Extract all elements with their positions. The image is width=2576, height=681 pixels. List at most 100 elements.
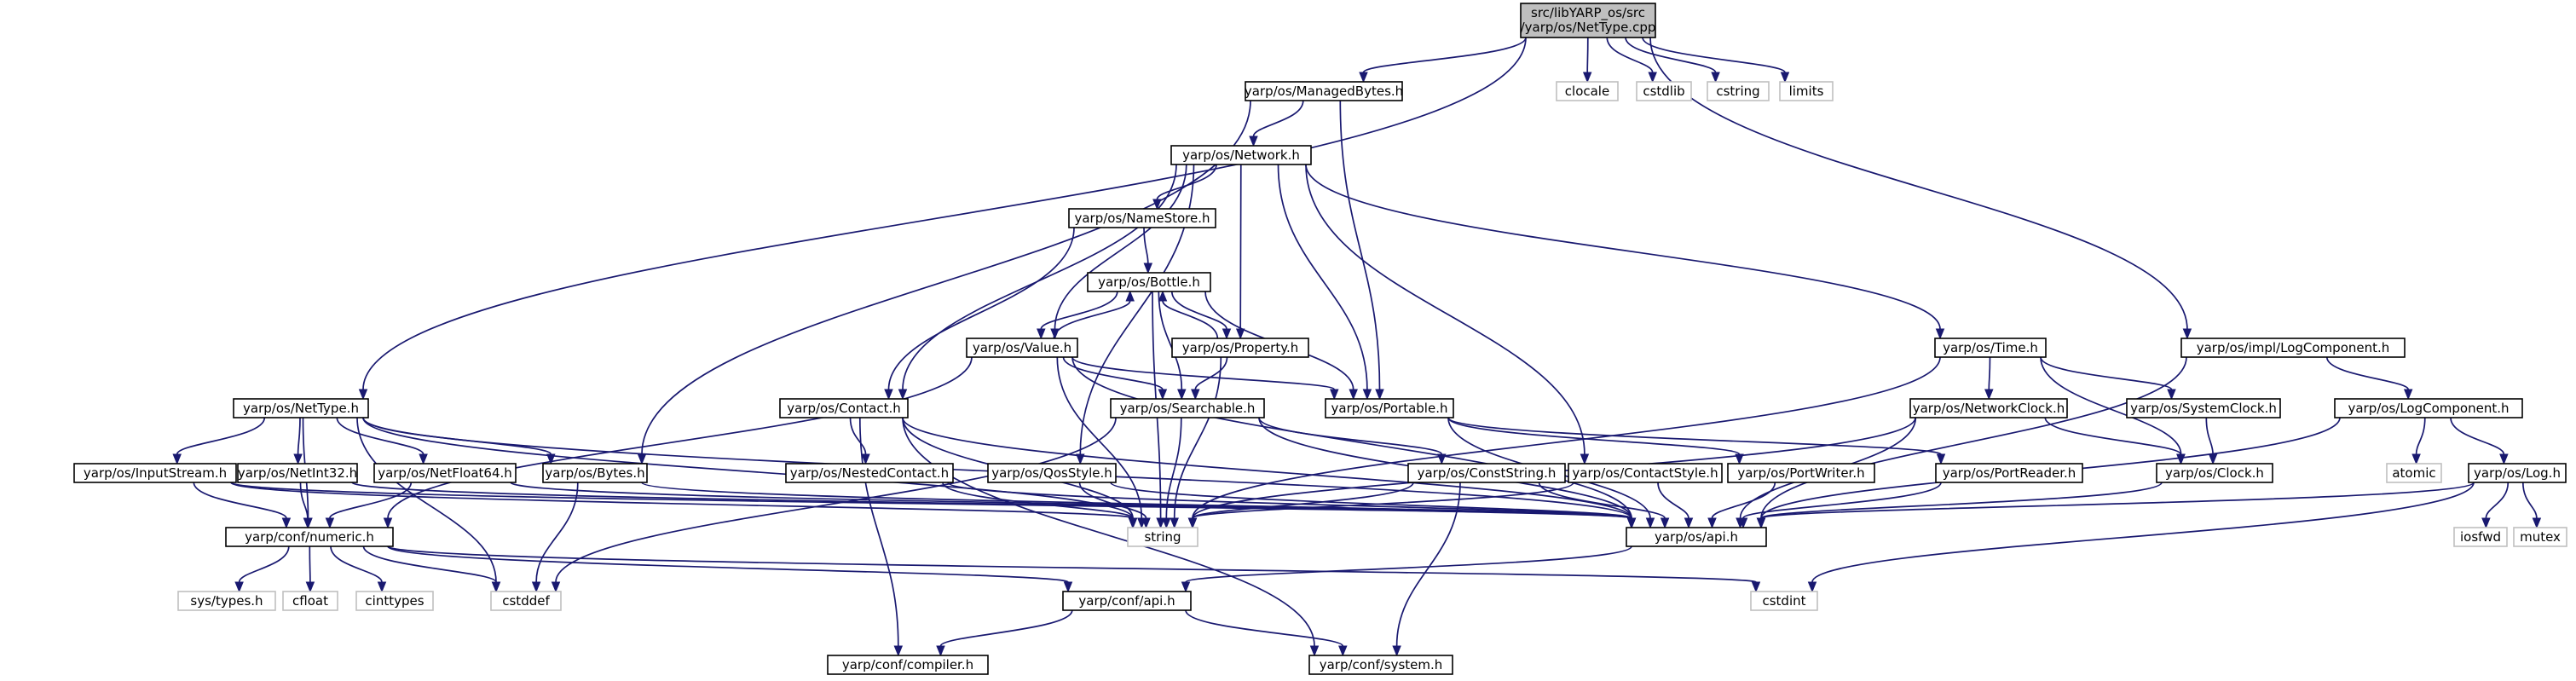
node-label: yarp/os/Bottle.h <box>1098 274 1200 290</box>
edge-line <box>2450 417 2505 455</box>
node-clock[interactable]: yarp/os/Clock.h <box>2156 463 2273 483</box>
node-netfloat64[interactable]: yarp/os/NetFloat64.h <box>373 463 517 483</box>
node-label: yarp/os/Portable.h <box>1331 401 1448 416</box>
edge-arrowhead <box>377 581 387 593</box>
node-namestore[interactable]: yarp/os/NameStore.h <box>1068 208 1216 228</box>
edge-line <box>1162 300 1219 339</box>
node-confapi[interactable]: yarp/conf/api.h <box>1062 591 1192 611</box>
edge-nettype-to-netfloat64 <box>336 417 428 465</box>
node-nestedcontact[interactable]: yarp/os/NestedContact.h <box>785 463 954 483</box>
node-label: yarp/os/Searchable.h <box>1120 401 1256 416</box>
edge-arrowhead <box>1181 581 1191 593</box>
edge-line <box>1625 37 1717 73</box>
node-label: yarp/os/NetworkClock.h <box>1913 401 2065 416</box>
edge-line <box>297 417 301 455</box>
edge-arrowhead <box>2499 453 2509 465</box>
node-portreader[interactable]: yarp/os/PortReader.h <box>1935 463 2083 483</box>
node-searchable[interactable]: yarp/os/Searchable.h <box>1110 398 1265 418</box>
node-contact[interactable]: yarp/os/Contact.h <box>779 398 909 418</box>
node-portwriter[interactable]: yarp/os/PortWriter.h <box>1727 463 1875 483</box>
edge-numeric-to-cinttypes <box>330 545 387 593</box>
edge-arrowhead <box>1392 645 1401 657</box>
node-nettype[interactable]: yarp/os/NetType.h <box>233 398 369 418</box>
edge-arrowhead <box>1170 517 1179 529</box>
edge-line <box>2040 356 2173 390</box>
edge-nettype-to-cstddef <box>356 417 501 593</box>
node-cstddef: cstddef <box>490 591 562 611</box>
edge-line <box>1362 37 1527 73</box>
edge-namestore-to-bottle <box>1143 227 1153 274</box>
node-compiler[interactable]: yarp/conf/compiler.h <box>827 655 989 675</box>
edge-line <box>1054 164 1187 330</box>
node-mutex: mutex <box>2513 527 2567 547</box>
edge-portreader-to-osapi <box>1738 482 1942 529</box>
edge-arrowhead <box>234 581 244 593</box>
edge-arrowhead <box>1349 389 1358 401</box>
edge-arrowhead <box>1984 389 1994 401</box>
node-osapi[interactable]: yarp/os/api.h <box>1626 527 1767 547</box>
node-system[interactable]: yarp/conf/system.h <box>1308 655 1453 675</box>
edge-arrowhead <box>325 517 335 529</box>
edge-arrowhead <box>1648 72 1657 84</box>
node-networkclock[interactable]: yarp/os/NetworkClock.h <box>1909 398 2068 418</box>
edge-line <box>1447 417 1942 455</box>
node-bottle[interactable]: yarp/os/Bottle.h <box>1087 272 1211 292</box>
edge-line <box>176 417 266 455</box>
edge-arrowhead <box>358 389 368 401</box>
node-inputstream[interactable]: yarp/os/InputStream.h <box>73 463 237 483</box>
node-label: yarp/os/PortWriter.h <box>1737 465 1864 481</box>
edge-arrowhead <box>1191 389 1200 401</box>
edge-arrowhead <box>1177 389 1187 401</box>
edge-value-to-bottle <box>1053 290 1135 339</box>
node-qosstyle[interactable]: yarp/os/QosStyle.h <box>987 463 1117 483</box>
edge-line <box>1071 356 1336 390</box>
node-bytes[interactable]: yarp/os/Bytes.h <box>542 463 648 483</box>
node-label: sys/types.h <box>190 593 263 609</box>
node-label: yarp/os/PortReader.h <box>1943 465 2076 481</box>
node-property[interactable]: yarp/os/Property.h <box>1171 338 1309 358</box>
edge-arrowhead <box>2182 328 2192 340</box>
node-logcomponent[interactable]: yarp/os/LogComponent.h <box>2334 398 2523 418</box>
edge-line <box>362 545 497 583</box>
node-limits: limits <box>1779 81 1834 101</box>
edge-line <box>387 356 973 519</box>
node-label: yarp/os/impl/LogComponent.h <box>2197 340 2390 355</box>
edge-arrowhead <box>1756 517 1766 529</box>
node-value[interactable]: yarp/os/Value.h <box>966 338 1078 358</box>
edge-line <box>2325 356 2410 390</box>
node-managedbytes[interactable]: yarp/os/ManagedBytes.h <box>1245 81 1403 101</box>
include-dependency-graph: src/libYARP_os/src/yarp/os/NetType.cppya… <box>73 3 2567 675</box>
node-portable[interactable]: yarp/os/Portable.h <box>1325 398 1454 418</box>
edge-arrowhead <box>884 389 893 401</box>
edge-line <box>1143 227 1149 264</box>
node-label: yarp/os/Clock.h <box>2165 465 2264 481</box>
edge-arrowhead <box>1375 389 1384 401</box>
node-cstdlib: cstdlib <box>1636 81 1692 101</box>
edge-osapi-to-confapi <box>1181 545 1632 593</box>
node-label: cinttypes <box>365 593 424 609</box>
node-contactstyle[interactable]: yarp/os/ContactStyle.h <box>1568 463 1723 483</box>
edge-arrowhead <box>1162 517 1171 529</box>
node-netint32[interactable]: yarp/os/NetInt32.h <box>237 463 358 483</box>
node-conststring[interactable]: yarp/os/ConstString.h <box>1407 463 1566 483</box>
edge-line <box>329 482 413 519</box>
edge-line <box>2485 482 2510 519</box>
node-numeric[interactable]: yarp/conf/numeric.h <box>225 527 394 547</box>
edge-line <box>1185 609 1344 647</box>
edge-time-to-string <box>1187 356 1941 529</box>
node-time[interactable]: yarp/os/Time.h <box>1934 338 2047 358</box>
edge-numeric-to-systypes <box>234 545 290 593</box>
node-impllog[interactable]: yarp/os/impl/LogComponent.h <box>2180 338 2406 358</box>
node-src[interactable]: src/libYARP_os/src/yarp/os/NetType.cpp <box>1520 3 1656 38</box>
node-network[interactable]: yarp/os/Network.h <box>1170 145 1312 165</box>
node-label: cfloat <box>292 593 328 609</box>
node-label: iosfwd <box>2460 529 2501 545</box>
node-log[interactable]: yarp/os/Log.h <box>2468 463 2567 483</box>
edge-arrowhead <box>491 581 501 593</box>
node-systemclock[interactable]: yarp/os/SystemClock.h <box>2126 398 2281 418</box>
edge-arrowhead <box>1684 517 1694 529</box>
edge-time-to-networkclock <box>1984 356 1994 401</box>
node-layer: src/libYARP_os/src/yarp/os/NetType.cppya… <box>73 3 2567 675</box>
edge-impllog-to-osapi <box>1756 356 2187 529</box>
node-label: yarp/os/ContactStyle.h <box>1572 465 1718 481</box>
